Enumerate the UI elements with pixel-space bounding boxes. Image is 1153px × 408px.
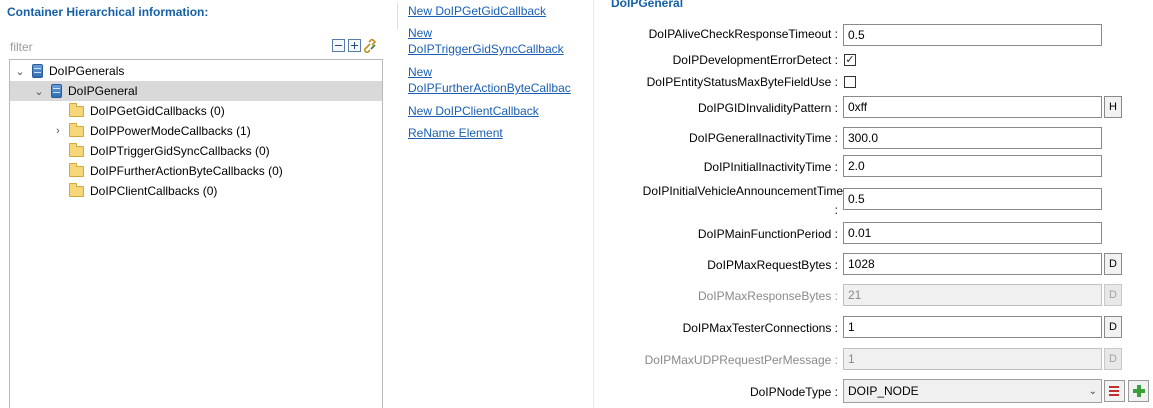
chevron-right-icon[interactable]: › [52, 121, 64, 141]
chevron-down-icon[interactable]: ⌄ [14, 61, 26, 81]
folder-icon [69, 162, 84, 177]
database-icon [51, 84, 62, 98]
folder-icon [69, 182, 84, 197]
folder-icon [69, 142, 84, 157]
default-button: D [1104, 348, 1122, 370]
tree-item-doipgeneral[interactable]: ⌄ DoIPGeneral [10, 81, 382, 101]
initial-vehicle-announcement-colon: : [834, 203, 838, 217]
tree-item-furtheractionbytecallbacks[interactable]: DoIPFurtherActionByteCallbacks (0) [10, 161, 382, 181]
new-getgidcallback-link[interactable]: New DoIPGetGidCallback [408, 3, 546, 19]
folder-icon [69, 122, 84, 137]
max-request-bytes-input[interactable] [843, 253, 1102, 275]
initial-vehicle-announcement-label: DoIPInitialVehicleAnnouncementTime [642, 184, 843, 198]
filter-input[interactable]: filter [10, 40, 33, 54]
chevron-down-icon: ⌄ [1088, 385, 1097, 397]
initial-inactivity-label: DoIPInitialInactivityTime : [703, 160, 838, 174]
tree-item-label: DoIPFurtherActionByteCallbacks (0) [90, 164, 283, 178]
tree-item-label: DoIPTriggerGidSyncCallbacks (0) [90, 144, 270, 158]
dev-error-detect-label: DoIPDevelopmentErrorDetect : [672, 53, 838, 67]
container-tree[interactable]: ⌄ DoIPGenerals ⌄ DoIPGeneral DoIPGetGidC… [9, 59, 383, 408]
main-function-period-input[interactable] [843, 222, 1102, 244]
add-icon[interactable] [1128, 380, 1149, 402]
new-furtheractionbytecallback-link[interactable]: New DoIPFurtherActionByteCallbac [408, 64, 571, 96]
max-udp-request-label: DoIPMaxUDPRequestPerMessage : [644, 353, 838, 367]
tree-item-doipgenerals[interactable]: ⌄ DoIPGenerals [10, 61, 382, 81]
tree-item-clientcallbacks[interactable]: DoIPClientCallbacks (0) [10, 181, 382, 201]
tree-item-triggergidsynccallbacks[interactable]: DoIPTriggerGidSyncCallbacks (0) [10, 141, 382, 161]
general-inactivity-input[interactable] [843, 127, 1102, 149]
gid-invalidity-label: DoIPGIDInvalidityPattern : [697, 101, 838, 115]
entity-status-max-checkbox[interactable] [844, 76, 856, 88]
max-tester-connections-label: DoIPMaxTesterConnections : [682, 321, 838, 335]
tree-toolbar [332, 37, 378, 55]
panel-divider [593, 0, 594, 408]
collapse-all-icon[interactable] [332, 39, 345, 52]
node-type-value: DOIP_NODE [848, 384, 919, 398]
list-icon[interactable] [1104, 380, 1125, 402]
form-title: DoIPGeneral [611, 0, 684, 10]
tree-item-powermodecallbacks[interactable]: › DoIPPowerModeCallbacks (1) [10, 121, 382, 141]
tree-item-getgidcallbacks[interactable]: DoIPGetGidCallbacks (0) [10, 101, 382, 121]
tree-item-label: DoIPGetGidCallbacks (0) [90, 104, 225, 118]
general-inactivity-label: DoIPGeneralInactivityTime : [689, 131, 838, 145]
new-clientcallback-link[interactable]: New DoIPClientCallback [408, 103, 539, 119]
default-button[interactable]: D [1104, 316, 1122, 338]
hex-button[interactable]: H [1104, 96, 1122, 118]
max-udp-request-input [843, 348, 1102, 370]
max-response-bytes-label: DoIPMaxResponseBytes : [697, 289, 838, 303]
panel-title: Container Hierarchical information: [7, 5, 209, 19]
dev-error-detect-checkbox[interactable]: ✓ [844, 54, 856, 66]
expand-all-icon[interactable] [348, 39, 361, 52]
database-icon [32, 64, 43, 78]
default-button: D [1104, 284, 1122, 306]
chevron-down-icon[interactable]: ⌄ [33, 81, 45, 101]
initial-vehicle-announcement-input[interactable] [843, 188, 1102, 210]
node-type-select[interactable]: DOIP_NODE ⌄ [843, 379, 1102, 403]
alive-check-timeout-label: DoIPAliveCheckResponseTimeout : [648, 27, 838, 41]
tree-item-label: DoIPGenerals [49, 64, 125, 78]
main-function-period-label: DoIPMainFunctionPeriod : [697, 227, 838, 241]
tree-item-label: DoIPPowerModeCallbacks (1) [90, 124, 251, 138]
tree-item-label: DoIPClientCallbacks (0) [90, 184, 218, 198]
max-tester-connections-input[interactable] [843, 316, 1102, 338]
max-request-bytes-label: DoIPMaxRequestBytes : [707, 258, 838, 272]
folder-icon [69, 102, 84, 117]
link-with-editor-icon[interactable] [362, 37, 378, 55]
alive-check-timeout-input[interactable] [843, 24, 1102, 46]
node-type-label: DoIPNodeType : [749, 385, 838, 399]
rename-element-link[interactable]: ReName Element [408, 125, 503, 141]
gid-invalidity-input[interactable] [843, 96, 1102, 118]
container-hierarchy-panel: Container Hierarchical information: filt… [0, 0, 398, 408]
initial-inactivity-input[interactable] [843, 155, 1102, 177]
max-response-bytes-input [843, 284, 1102, 306]
tree-item-label: DoIPGeneral [68, 84, 138, 98]
default-button[interactable]: D [1104, 253, 1122, 275]
new-triggergidsynccallback-link[interactable]: New DoIPTriggerGidSyncCallback [408, 25, 564, 57]
entity-status-max-label: DoIPEntityStatusMaxByteFieldUse : [646, 75, 838, 89]
